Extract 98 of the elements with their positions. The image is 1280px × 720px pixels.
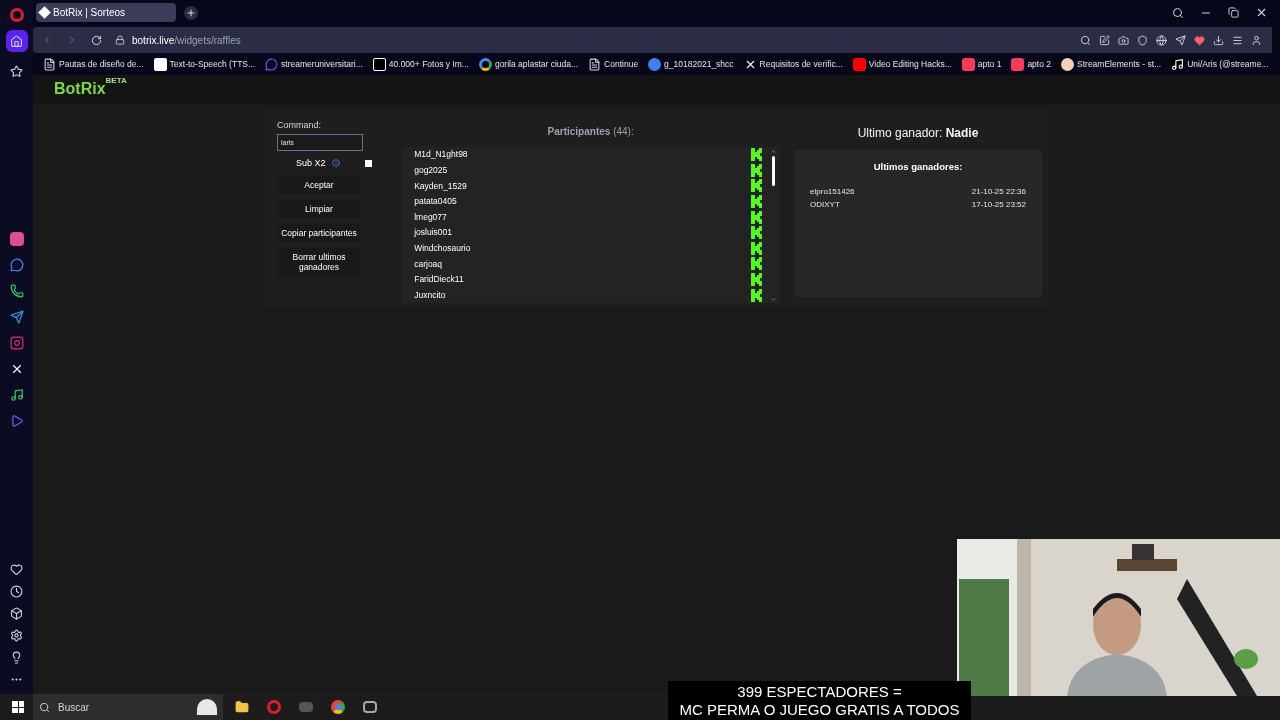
lock-icon — [115, 35, 125, 45]
winner-date: 21-10-25 22:36 — [971, 186, 1026, 199]
edit-icon[interactable] — [1099, 34, 1110, 46]
address-field[interactable]: botrix.live/widgets/raffles — [132, 32, 241, 48]
participant-name: josluis001 — [414, 226, 452, 240]
winner-name: elpro151426 — [810, 186, 855, 199]
globe-icon[interactable] — [1156, 34, 1167, 46]
action-button[interactable]: Borrar ultimos ganadores — [277, 248, 361, 276]
bookmark-link[interactable]: streameruniversitari... — [265, 57, 363, 71]
participant-name: gog2025 — [414, 164, 448, 177]
page-icon — [588, 57, 602, 71]
shield-icon[interactable] — [1137, 34, 1148, 46]
winner-name: ODIXYT — [810, 199, 840, 212]
participant-name: FaridDieck11 — [414, 273, 464, 286]
cube-icon[interactable] — [10, 607, 23, 620]
kick-logo-icon — [751, 273, 763, 287]
search-icon — [39, 701, 50, 713]
bookmark-link[interactable]: Text-to-Speech (TTS... — [153, 57, 256, 71]
chat-icon — [265, 57, 279, 71]
close-icon[interactable] — [1255, 6, 1268, 19]
camera-icon[interactable] — [1118, 34, 1129, 46]
bookmark-link[interactable]: apto 2 — [1011, 57, 1052, 71]
bookmark-link[interactable]: StreamElements - st... — [1061, 57, 1162, 71]
send-icon[interactable] — [1175, 34, 1186, 46]
google-icon — [478, 57, 492, 71]
info-icon[interactable] — [331, 159, 340, 168]
sub-x2-label: Sub X2 — [296, 156, 326, 170]
kick-logo-icon — [751, 210, 763, 224]
scroll-down-icon[interactable] — [769, 295, 777, 303]
player-icon[interactable] — [9, 414, 24, 428]
note-icon — [1171, 57, 1185, 71]
messenger-icon[interactable] — [9, 258, 24, 272]
participant-name: patata0405 — [414, 195, 457, 208]
opera-icon[interactable] — [267, 700, 281, 714]
browser-tab[interactable]: BotRix | Sorteos — [36, 3, 176, 22]
taskbar-search-field[interactable]: Buscar — [33, 694, 223, 720]
history-icon[interactable] — [10, 585, 23, 598]
bookmark-link[interactable]: Pautas de diseño de... — [43, 57, 144, 71]
kick-logo-icon — [751, 195, 763, 209]
participants-heading: Participantes (44): — [547, 125, 634, 139]
tab-favicon-icon — [38, 6, 51, 19]
bookmark-link[interactable]: Uni/Aris (@streame... — [1171, 57, 1269, 71]
restore-icon[interactable] — [1228, 7, 1239, 18]
app-icon[interactable] — [9, 232, 24, 246]
botrix-logo[interactable]: BotRix — [54, 77, 106, 101]
home-icon[interactable] — [5, 30, 28, 52]
window-app-icon[interactable] — [363, 701, 377, 713]
profile-icon[interactable] — [1251, 34, 1262, 46]
page-icon — [43, 57, 56, 71]
participant-name: M1d_N1ght98 — [414, 148, 468, 162]
participant-name: lmeg077 — [414, 210, 447, 224]
search-icon[interactable] — [1080, 34, 1091, 46]
winner-date: 17-10-25 23:52 — [971, 199, 1026, 212]
kick-logo-icon — [751, 148, 763, 162]
bookmark-link[interactable]: Video Editing Hacks... — [852, 57, 952, 71]
beta-label: BETA — [105, 76, 127, 85]
folder-icon[interactable] — [235, 700, 249, 714]
settings-icon[interactable] — [10, 629, 23, 642]
bookmark-link[interactable]: g_10182021_shcc — [648, 57, 734, 71]
bookmark-link[interactable]: 40.000+ Fotos y Im... — [372, 57, 469, 71]
action-button[interactable]: Copiar participantes — [277, 224, 361, 242]
sub-x2-checkbox[interactable] — [365, 159, 373, 167]
instagram-icon[interactable] — [9, 336, 24, 350]
spotify-icon[interactable] — [9, 388, 24, 402]
winners-heading: Ultimos ganadores: — [873, 160, 963, 174]
kick-logo-icon — [751, 288, 763, 302]
search-icon[interactable] — [1172, 6, 1184, 19]
reload-icon[interactable] — [91, 34, 102, 46]
participant-name: Juxncito — [414, 288, 446, 302]
bookmark-link[interactable]: apto 1 — [961, 57, 1002, 71]
action-button[interactable]: Aceptar — [277, 176, 361, 194]
heart-icon[interactable] — [10, 563, 23, 576]
bookmark-link[interactable]: Continue — [588, 57, 639, 71]
kick-logo-icon — [751, 163, 763, 177]
whatsapp-icon[interactable] — [9, 284, 24, 298]
stream-caption: 399 ESPECTADORES = MC PERMA O JUEGO GRATIS A TODOS — [668, 681, 971, 720]
windows-start-icon[interactable] — [12, 701, 24, 713]
last-winner-heading: Ultimo ganador: Nadie — [857, 125, 979, 142]
scrollbar-thumb[interactable] — [771, 156, 775, 186]
bookmark-link[interactable]: Requisitos de verific... — [743, 57, 843, 71]
command-label: Command: — [277, 119, 322, 132]
kick-logo-icon — [751, 226, 763, 240]
chrome-icon[interactable] — [331, 700, 345, 714]
kick-logo-icon — [751, 179, 763, 193]
participant-name: Windchosaurio — [414, 242, 471, 255]
kick-logo-icon — [751, 241, 763, 255]
new-tab-button[interactable] — [184, 5, 198, 20]
opera-logo-icon[interactable] — [9, 8, 24, 22]
bookmark-link[interactable]: gorila aplastar ciuda... — [478, 57, 579, 71]
telegram-icon[interactable] — [9, 310, 24, 324]
menu-icon[interactable] — [1232, 34, 1243, 46]
participant-name: Kayden_1529 — [414, 179, 467, 193]
action-button[interactable]: Limpiar — [277, 200, 361, 218]
participant-name: carjoaq — [414, 257, 443, 271]
kick-logo-icon — [751, 257, 763, 271]
download-icon[interactable] — [1213, 34, 1224, 46]
lightbulb-icon[interactable] — [10, 651, 23, 664]
scroll-up-icon[interactable] — [769, 148, 777, 155]
